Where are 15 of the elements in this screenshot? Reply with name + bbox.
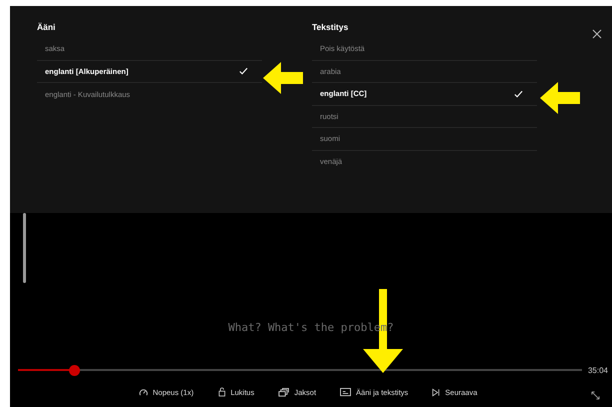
arrow-icon (263, 62, 303, 94)
gauge-icon (138, 388, 148, 396)
close-icon[interactable] (592, 29, 602, 39)
section-title: Tekstitys (312, 22, 350, 34)
expand-icon[interactable] (591, 391, 600, 400)
section-title: Ääni (37, 22, 56, 34)
arrow-icon (540, 82, 580, 114)
lock-icon (218, 387, 226, 397)
time-remaining: 35:04 (588, 366, 608, 374)
next-icon (432, 388, 440, 396)
subtitles-icon (340, 388, 352, 396)
check-icon (514, 90, 523, 98)
check-icon (239, 67, 248, 76)
scroll-indicator (23, 213, 26, 283)
layers-icon (278, 388, 290, 396)
